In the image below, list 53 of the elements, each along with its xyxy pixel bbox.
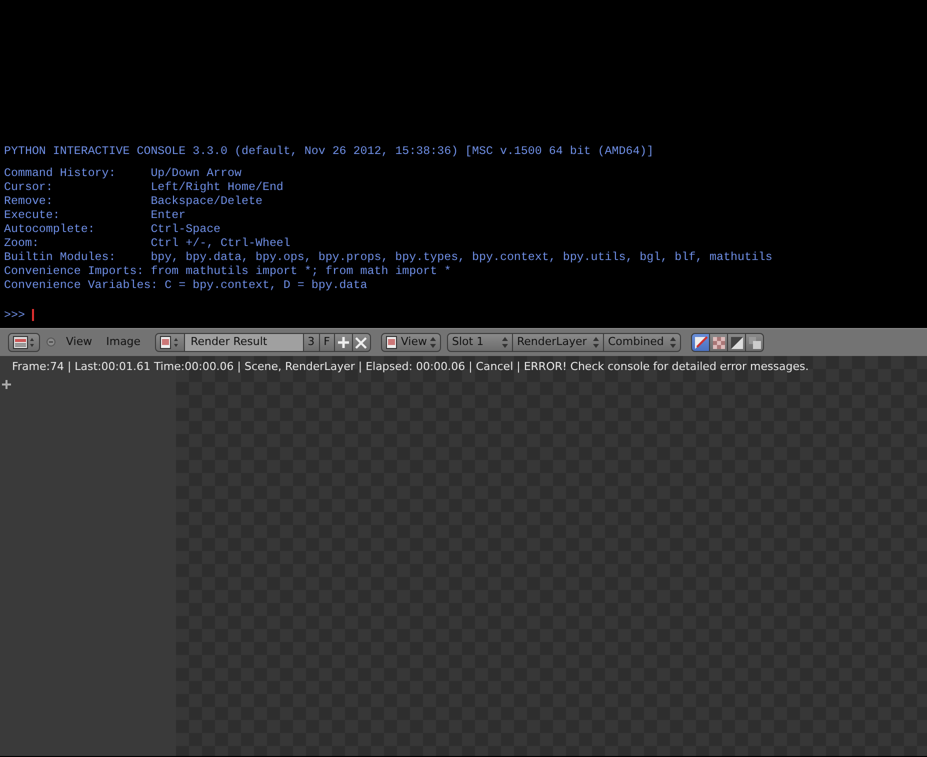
image-name-field[interactable]: Render Result: [184, 333, 304, 352]
help-value: bpy, bpy.data, bpy.ops, bpy.props, bpy.types, bpy.context, bpy.utils, bgl, blf, mathutils: [150, 250, 772, 264]
users-count-button[interactable]: 3: [302, 333, 320, 352]
help-label: Builtin Modules:: [4, 250, 117, 265]
help-label: Autocomplete:: [4, 222, 96, 237]
help-label: Zoom:: [4, 236, 40, 251]
image-icon: [386, 336, 398, 349]
up-down-arrows-icon: [502, 337, 508, 348]
help-value: Left/Right Home/End: [150, 180, 284, 194]
up-down-arrows-icon: [593, 337, 599, 348]
up-down-arrows-icon: [670, 337, 676, 348]
draw-mode-toggle[interactable]: [709, 333, 728, 352]
dropdown-menu-button[interactable]: RenderLayer: [512, 333, 604, 352]
dropdown-menu-button[interactable]: Slot 1: [447, 333, 513, 352]
help-value: C = bpy.context, D = bpy.data: [164, 278, 368, 292]
checker-icon: [712, 336, 726, 350]
help-label: Command History:: [4, 166, 117, 181]
view-dropdown[interactable]: View: [380, 333, 441, 352]
up-down-arrows-icon: [430, 337, 436, 348]
close-icon: [355, 336, 368, 348]
console-banner-text: PYTHON INTERACTIVE CONSOLE 3.3.0 (default, Nov 26 2012, 15:38:36) [MSC v.1500 64 bit (AMD64)]: [4, 144, 655, 159]
dropdown-menu-button[interactable]: Combined: [603, 333, 681, 352]
fake-user-button[interactable]: F: [318, 333, 335, 352]
help-label: Remove:: [4, 194, 54, 209]
help-value: Ctrl +/-, Ctrl-Wheel: [150, 236, 290, 250]
plus-icon[interactable]: [2, 380, 11, 389]
new-image-button[interactable]: [334, 333, 353, 352]
draw-mode-toggle[interactable]: [745, 333, 764, 352]
console-prompt: >>>: [4, 309, 25, 322]
help-value: Enter: [150, 208, 186, 222]
color-alpha-icon: [694, 336, 708, 350]
z-buffer-icon: [748, 336, 762, 350]
draw-mode-toggle[interactable]: [691, 333, 710, 352]
help-value: Backspace/Delete: [150, 194, 262, 208]
help-value: Ctrl-Space: [150, 222, 221, 236]
help-label: Cursor:: [4, 180, 54, 195]
image-browse-button[interactable]: [154, 333, 185, 352]
help-label: Convenience Imports:: [4, 264, 144, 279]
alpha-channel-icon: [730, 336, 744, 350]
draw-mode-toggle[interactable]: [727, 333, 746, 352]
help-value: from mathutils import *; from math import *: [150, 264, 452, 278]
menu-item[interactable]: Image: [102, 334, 145, 351]
image-editor-icon: [13, 336, 35, 349]
unlink-button[interactable]: [352, 333, 371, 352]
menu-item[interactable]: View: [62, 334, 96, 351]
help-value: Up/Down Arrow: [150, 166, 242, 180]
editor-type-button[interactable]: [8, 333, 40, 352]
text-cursor: [32, 308, 34, 321]
render-status-text: Frame:74 | Last:00:01.61 Time:00:00.06 | Scene, RenderLayer | Elapsed: 00:00.06 | Cancel | ERROR! Check console for detailed error messages.: [12, 359, 809, 375]
image-selector-icon: [160, 336, 180, 349]
plus-icon: [336, 336, 350, 349]
help-label: Convenience Variables:: [4, 278, 158, 293]
help-label: Execute:: [4, 208, 61, 223]
